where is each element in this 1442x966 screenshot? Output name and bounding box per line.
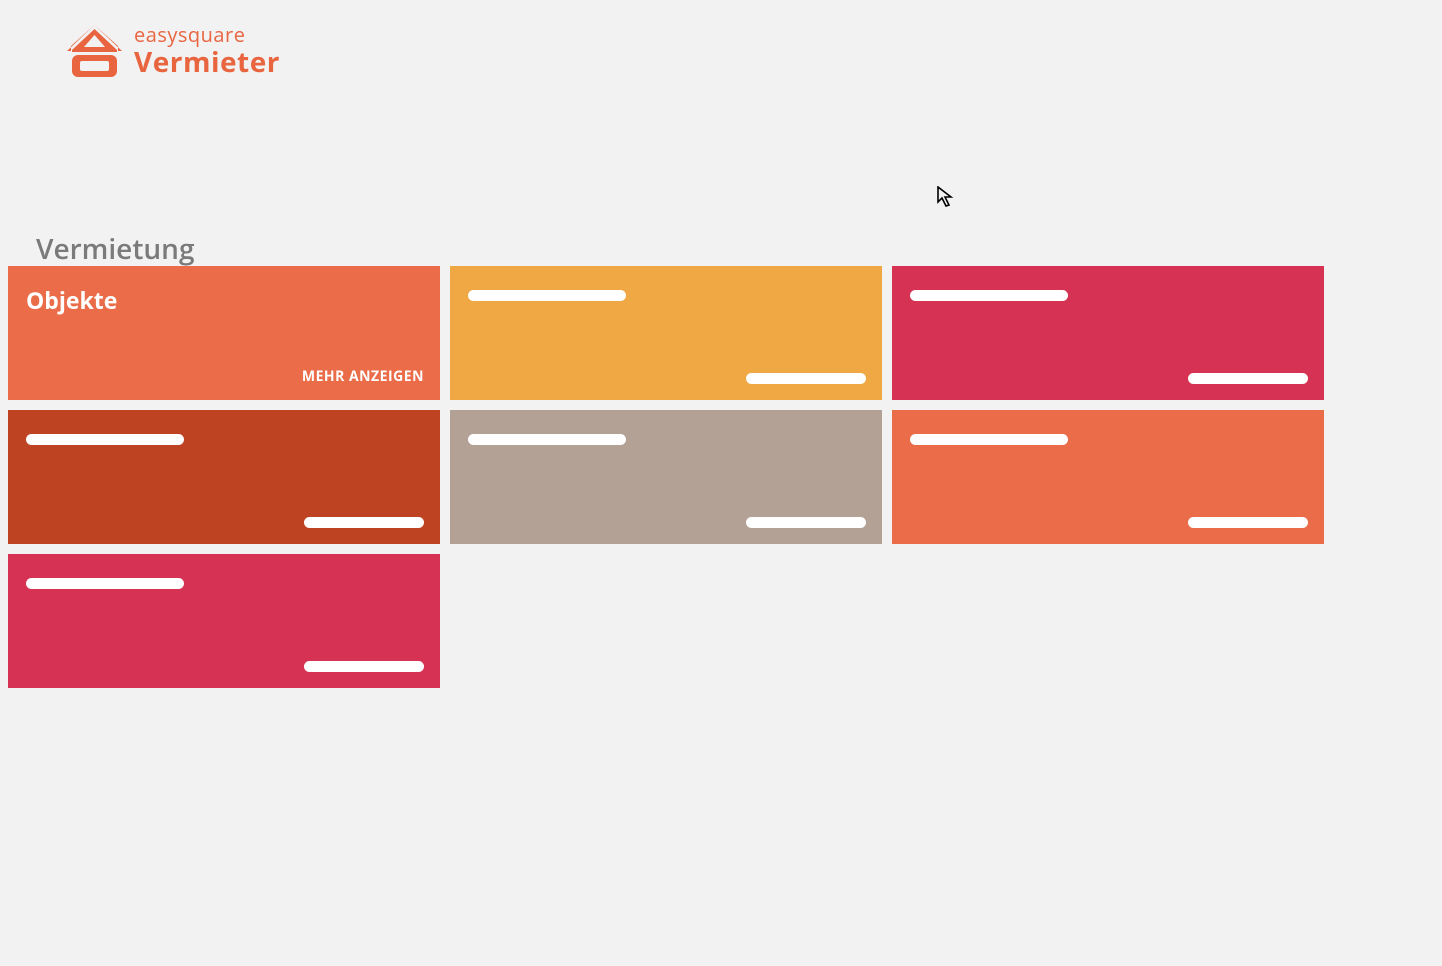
tile-title-redacted (910, 434, 1068, 445)
tile-footer-redacted (746, 517, 866, 528)
tile-3[interactable] (892, 266, 1324, 400)
tile-grid: Objekte MEHR ANZEIGEN (8, 266, 1324, 688)
app-header: easysquare Vermieter (67, 23, 280, 78)
section-title: Vermietung (36, 230, 194, 268)
tile-footer-redacted (1188, 517, 1308, 528)
tile-4[interactable] (8, 410, 440, 544)
tile-title: Objekte (26, 284, 422, 316)
app-logo-text: easysquare Vermieter (134, 23, 280, 78)
tile-title-redacted (468, 434, 626, 445)
tile-footer-redacted (304, 661, 424, 672)
tile-title-redacted (910, 290, 1068, 301)
tile-title-redacted (26, 434, 184, 445)
tile-footer-redacted (304, 517, 424, 528)
tile-footer-redacted (1188, 373, 1308, 384)
tile-5[interactable] (450, 410, 882, 544)
tile-objekte[interactable]: Objekte MEHR ANZEIGEN (8, 266, 440, 400)
brand-bottom: Vermieter (134, 46, 280, 78)
tile-6[interactable] (892, 410, 1324, 544)
tile-7[interactable] (8, 554, 440, 688)
cursor-icon (937, 186, 955, 208)
tile-title-redacted (468, 290, 626, 301)
house-icon (67, 25, 122, 77)
tile-title-redacted (26, 578, 184, 589)
tile-2[interactable] (450, 266, 882, 400)
tile-footer-redacted (746, 373, 866, 384)
tile-footer: MEHR ANZEIGEN (302, 367, 424, 386)
